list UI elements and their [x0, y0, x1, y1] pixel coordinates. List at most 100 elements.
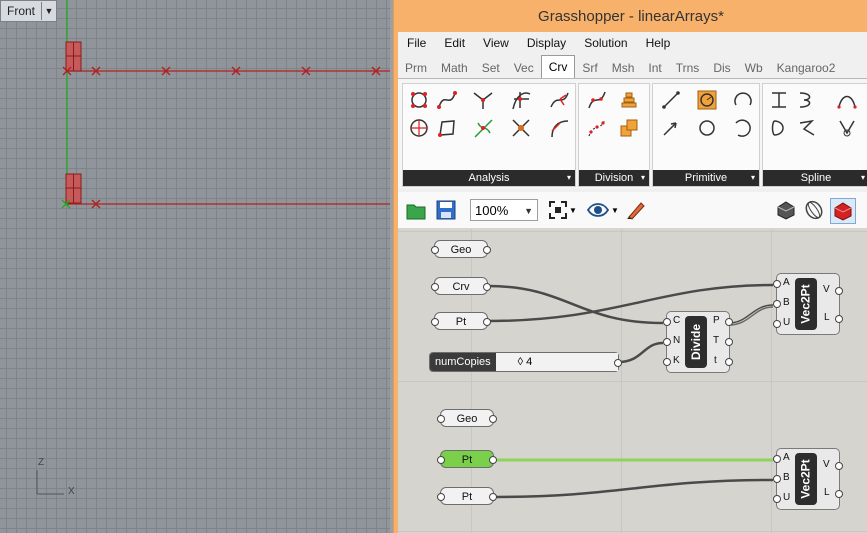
zoom-extents-icon[interactable] [546, 198, 570, 222]
tab-msh[interactable]: Msh [605, 58, 642, 78]
bezier-span-icon[interactable] [835, 88, 859, 112]
contour-icon[interactable] [617, 88, 641, 112]
sketch-pen-icon[interactable] [624, 198, 648, 222]
divide-grip-t[interactable] [725, 358, 733, 366]
divide-grip-n[interactable] [663, 338, 671, 346]
nurbs-curve-icon[interactable] [767, 116, 791, 140]
tab-srf[interactable]: Srf [575, 58, 604, 78]
zoom-extents-dropdown-icon[interactable]: ▼ [568, 198, 578, 222]
open-file-icon[interactable] [404, 198, 428, 222]
polygon-analysis-icon[interactable] [435, 116, 459, 140]
divide-output-t[interactable]: t [714, 355, 717, 366]
solid-preview-icon[interactable] [830, 198, 856, 224]
panel-label-primitive[interactable]: Primitive ▾ [653, 170, 759, 186]
vec2pt-1-input-a[interactable]: A [783, 277, 790, 288]
vec2pt-2-input-u[interactable]: U [783, 492, 790, 503]
geo-param-2-input-grip[interactable] [437, 415, 445, 423]
tab-vec[interactable]: Vec [507, 58, 541, 78]
menu-edit[interactable]: Edit [435, 36, 474, 50]
vec2pt-1-grip-a[interactable] [773, 280, 781, 288]
pt-param-1[interactable]: Pt [431, 312, 491, 330]
numcopies-slider-1-output-grip[interactable] [614, 359, 622, 367]
pt-param-1-output-grip[interactable] [483, 318, 491, 326]
tab-kangaroo2[interactable]: Kangaroo2 [770, 58, 843, 78]
tab-wb[interactable]: Wb [738, 58, 770, 78]
divide-grip-p[interactable] [725, 318, 733, 326]
menu-view[interactable]: View [474, 36, 518, 50]
save-icon[interactable] [434, 198, 458, 222]
vec2pt-1-grip-v[interactable] [835, 287, 843, 295]
menu-display[interactable]: Display [518, 36, 575, 50]
geo-param-1-output-grip[interactable] [483, 246, 491, 254]
pt-param-1-input-grip[interactable] [431, 318, 439, 326]
curve-curvature-icon[interactable] [509, 116, 533, 140]
divide-grip-t-upper[interactable] [725, 338, 733, 346]
vec2pt-1-output-l[interactable]: L [824, 312, 830, 323]
divide-input-n[interactable]: N [673, 335, 680, 346]
control-points-icon[interactable] [407, 88, 431, 112]
vec2pt-component-2[interactable]: A B U Vec2Pt V L [773, 448, 843, 510]
vec2pt-2-grip-b[interactable] [773, 475, 781, 483]
curve-end-points-icon[interactable] [435, 88, 459, 112]
circle-icon[interactable] [695, 116, 719, 140]
tab-trns[interactable]: Trns [669, 58, 707, 78]
tangent-curve-icon[interactable] [835, 116, 859, 140]
interpolate-icon[interactable] [767, 88, 791, 112]
divide-output-t-upper[interactable]: T [713, 335, 719, 346]
polyline-icon[interactable] [795, 116, 819, 140]
pt-param-selected[interactable]: Pt [437, 450, 497, 468]
vec2pt-2-output-v[interactable]: V [823, 459, 830, 470]
line-icon[interactable] [659, 88, 683, 112]
curve-middle-icon[interactable] [471, 88, 495, 112]
crv-param[interactable]: Crv [431, 277, 491, 295]
curve-frame-icon[interactable] [547, 88, 571, 112]
tab-prm[interactable]: Prm [398, 58, 434, 78]
viewport-menu-arrow-icon[interactable]: ▼ [41, 2, 56, 20]
vec2pt-1-output-v[interactable]: V [823, 284, 830, 295]
shatter-icon[interactable] [617, 116, 641, 140]
vec2pt-1-input-u[interactable]: U [783, 317, 790, 328]
tab-int[interactable]: Int [641, 58, 668, 78]
viewport-tab[interactable]: Front ▼ [0, 0, 58, 22]
pt-param-2[interactable]: Pt [437, 487, 497, 505]
pt-param-2-output-grip[interactable] [489, 493, 497, 501]
vec2pt-2-input-b[interactable]: B [783, 472, 790, 483]
vec2pt-2-grip-l[interactable] [835, 490, 843, 498]
tab-math[interactable]: Math [434, 58, 475, 78]
kinky-curve-icon[interactable] [795, 88, 819, 112]
viewport-name[interactable]: Front [1, 4, 41, 18]
pt-param-selected-output-grip[interactable] [489, 456, 497, 464]
vec2pt-component-1[interactable]: A B U Vec2Pt V L [773, 273, 843, 335]
vec2pt-2-input-a[interactable]: A [783, 452, 790, 463]
grasshopper-canvas[interactable]: Geo Crv Pt numCopies ◊ 4 C N K Divide P … [398, 229, 867, 533]
crv-param-input-grip[interactable] [431, 283, 439, 291]
numcopies-slider-1-value[interactable]: ◊ 4 [518, 353, 533, 371]
pt-param-selected-input-grip[interactable] [437, 456, 445, 464]
tab-dis[interactable]: Dis [706, 58, 737, 78]
geo-param-2-output-grip[interactable] [489, 415, 497, 423]
divide-grip-c[interactable] [663, 318, 671, 326]
tab-crv[interactable]: Crv [540, 55, 576, 78]
shaded-preview-icon[interactable] [774, 198, 798, 222]
geo-param-1-input-grip[interactable] [431, 246, 439, 254]
wire-preview-icon[interactable] [802, 198, 826, 222]
numcopies-slider-1-track[interactable]: ◊ 4 [495, 353, 618, 371]
preview-eye-icon[interactable] [586, 198, 610, 222]
arc-3pt-icon[interactable] [731, 116, 755, 140]
panel-label-division[interactable]: Division ▾ [579, 170, 649, 186]
zoom-select[interactable]: 100% ▼ [470, 199, 538, 221]
panel-label-analysis[interactable]: Analysis ▾ [403, 170, 575, 186]
divide-input-k[interactable]: K [673, 355, 680, 366]
vec2pt-2-grip-u[interactable] [773, 495, 781, 503]
divide-component[interactable]: C N K Divide P T t [663, 311, 733, 373]
divide-distance-icon[interactable] [585, 116, 609, 140]
menu-help[interactable]: Help [637, 36, 680, 50]
rhino-front-viewport[interactable]: Front ▼ Z X [0, 0, 390, 533]
closest-point-icon[interactable] [407, 116, 431, 140]
tab-set[interactable]: Set [475, 58, 507, 78]
menu-solution[interactable]: Solution [575, 36, 636, 50]
vec2pt-2-grip-v[interactable] [835, 462, 843, 470]
arc-icon[interactable] [731, 88, 755, 112]
menu-file[interactable]: File [398, 36, 435, 50]
geo-param-2[interactable]: Geo [437, 409, 497, 427]
